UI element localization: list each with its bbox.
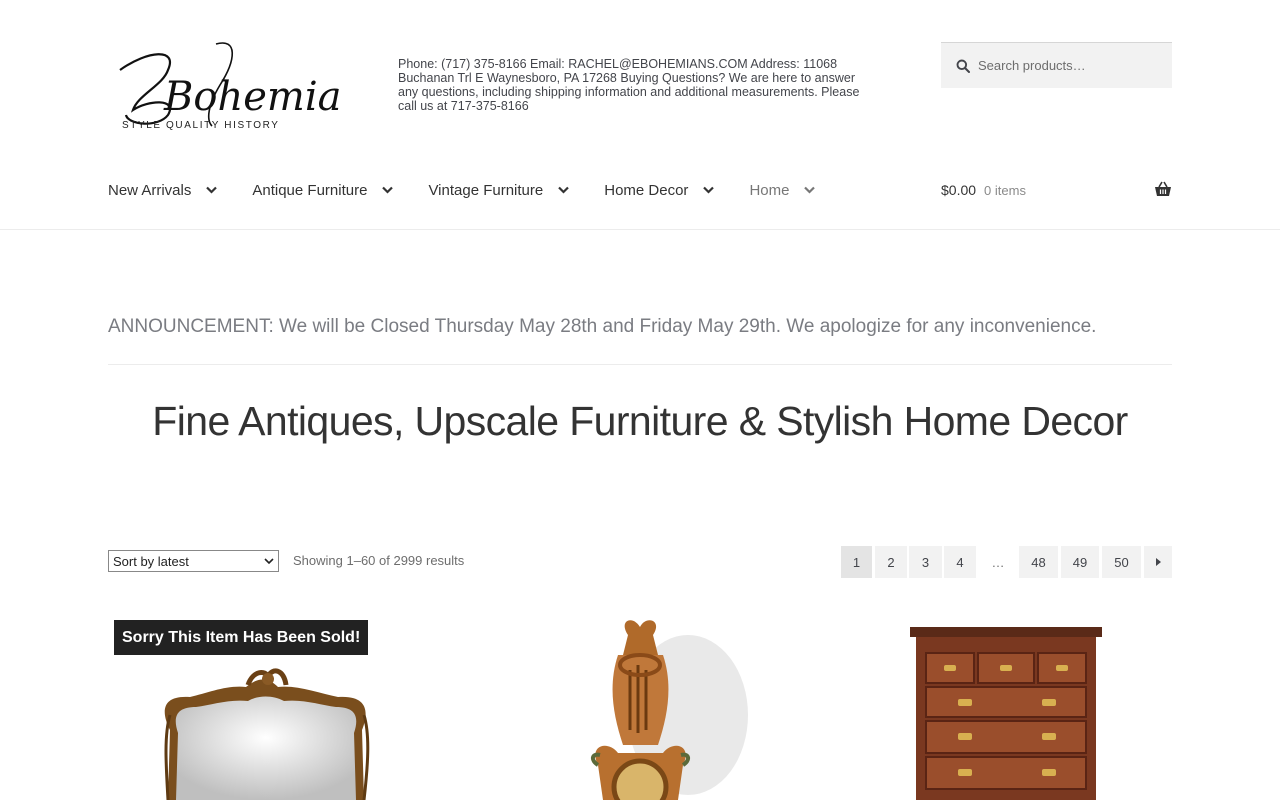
caret-right-icon — [1155, 558, 1161, 566]
cart-total: $0.00 — [941, 182, 977, 198]
search-icon — [956, 59, 970, 73]
primary-nav: New Arrivals Antique Furniture Vintage F… — [108, 172, 850, 208]
header-cart[interactable]: $0.00 0 items — [941, 172, 1172, 208]
product-card[interactable] — [478, 615, 802, 800]
sort-select[interactable]: Sort by latest — [108, 550, 279, 572]
page-link-3[interactable]: 3 — [909, 546, 942, 578]
sold-badge: Sorry This Item Has Been Sold! — [114, 620, 369, 655]
page-link-1[interactable]: 1 — [841, 546, 872, 578]
chevron-down-icon — [558, 186, 570, 194]
nav-item-home[interactable]: Home — [749, 181, 816, 199]
chevron-down-icon — [804, 186, 816, 194]
chevron-down-icon — [264, 558, 274, 565]
page-ellipsis: … — [991, 554, 1005, 570]
product-search[interactable] — [941, 42, 1172, 88]
page-link-2[interactable]: 2 — [875, 546, 907, 578]
logo-wordmark: Bohemians — [163, 74, 340, 120]
header-contact-info: Phone: (717) 375-8166 Email: RACHEL@EBOH… — [398, 57, 860, 113]
nav-item-label: Antique Furniture — [252, 181, 368, 199]
nav-item-vintage-furniture[interactable]: Vintage Furniture — [428, 181, 570, 199]
header-divider — [0, 229, 1280, 230]
sort-selected-value: Sort by latest — [113, 553, 189, 569]
product-image-wall-clock — [478, 615, 802, 800]
result-count: Showing 1–60 of 2999 results — [293, 553, 465, 568]
nav-item-antique-furniture[interactable]: Antique Furniture — [252, 181, 394, 199]
page-link-4[interactable]: 4 — [944, 546, 976, 578]
page-link-48[interactable]: 48 — [1019, 546, 1058, 578]
nav-item-label: Home Decor — [604, 181, 689, 199]
nav-item-new-arrivals[interactable]: New Arrivals — [108, 181, 218, 199]
cart-item-count: 0 items — [984, 182, 1026, 198]
next-page-button[interactable] — [1144, 546, 1172, 578]
bohemians-logo-graphic: Bohemians STYLE QUALITY HISTORY — [119, 42, 340, 131]
search-input[interactable] — [978, 58, 1158, 73]
nav-item-label: Vintage Furniture — [428, 181, 544, 199]
basket-icon — [1155, 181, 1171, 196]
chevron-down-icon — [382, 186, 394, 194]
product-card[interactable] — [848, 615, 1172, 800]
logo-tagline: STYLE QUALITY HISTORY — [122, 120, 280, 131]
product-image-highboy-chest — [848, 615, 1172, 800]
announcement-text: ANNOUNCEMENT: We will be Closed Thursday… — [108, 316, 1097, 337]
site-logo[interactable]: Bohemians STYLE QUALITY HISTORY — [108, 40, 340, 132]
page-link-49[interactable]: 49 — [1061, 546, 1099, 578]
nav-item-label: Home — [749, 181, 790, 199]
nav-item-label: New Arrivals — [108, 181, 192, 199]
announcement-divider — [108, 364, 1172, 365]
page-link-50[interactable]: 50 — [1102, 546, 1141, 578]
page-title: Fine Antiques, Upscale Furniture & Styli… — [152, 398, 1128, 444]
chevron-down-icon — [703, 186, 715, 194]
chevron-down-icon — [206, 186, 218, 194]
nav-item-home-decor[interactable]: Home Decor — [604, 181, 715, 199]
